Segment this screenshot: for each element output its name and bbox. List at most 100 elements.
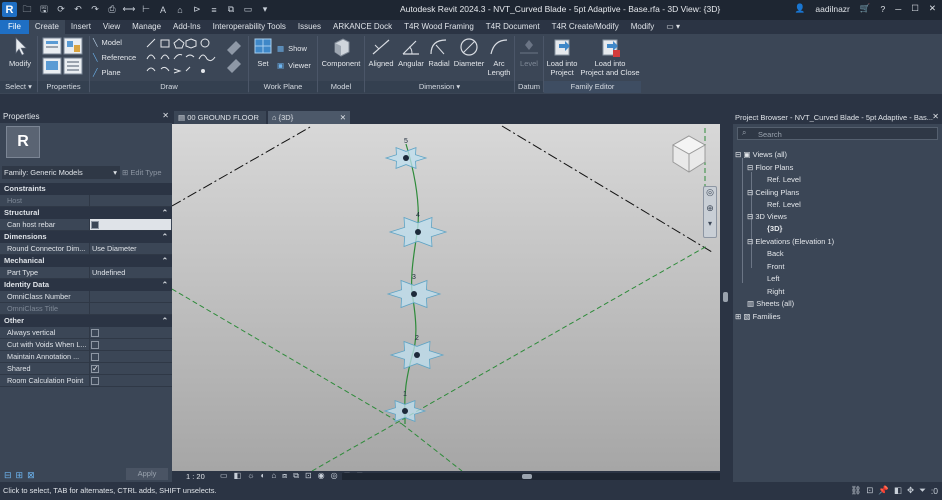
minimize-icon[interactable]: ─ — [895, 4, 901, 14]
tab-manage[interactable]: Manage — [126, 20, 167, 34]
diameter-dimension-button[interactable]: Diameter — [452, 37, 486, 68]
dimension-icon[interactable]: ⊢ — [139, 2, 153, 17]
room-calc-point-checkbox[interactable] — [91, 377, 99, 385]
prop-row-always-vertical[interactable]: Always vertical — [0, 327, 172, 339]
adaptive-point-3[interactable]: 3 — [386, 274, 442, 309]
tab-arkance-dock[interactable]: ARKANCE Dock — [327, 20, 398, 34]
thin-lines-icon[interactable]: ≡ — [207, 2, 221, 17]
sign-in-icon[interactable]: 👤 — [795, 3, 806, 14]
hscroll-thumb[interactable] — [522, 474, 532, 479]
section-other[interactable]: Other ⌃ — [0, 315, 172, 327]
family-types-icon[interactable]: ⊞ — [16, 470, 24, 481]
model-line-button[interactable]: ╲ Model — [93, 38, 122, 47]
tree-item-front[interactable]: Front — [767, 262, 785, 271]
open-icon[interactable]: 🗀 — [20, 2, 34, 17]
prop-row-omniclass-title[interactable]: OmniClass Title — [0, 303, 172, 315]
close-tab-icon[interactable]: ✕ — [340, 111, 346, 124]
close-icon[interactable]: ✕ — [932, 112, 939, 121]
arc-length-button[interactable]: Arc Length — [486, 37, 512, 77]
level-button[interactable]: Level — [516, 37, 542, 68]
section-identity-data[interactable]: Identity Data ⌃ — [0, 279, 172, 291]
family-selector[interactable]: Family: Generic Models ▾ — [2, 166, 120, 179]
tree-node-elevations[interactable]: ⊟ Elevations (Elevation 1) — [747, 237, 834, 246]
adaptive-point-2[interactable]: 2 — [389, 335, 445, 370]
close-hidden-icon[interactable]: ⧉ — [224, 2, 238, 17]
cart-icon[interactable]: 🛒 — [860, 3, 871, 14]
tab-insert[interactable]: Insert — [65, 20, 97, 34]
prop-row-round-connector[interactable]: Round Connector Dim... Use Diameter — [0, 243, 172, 255]
vertical-scrollbar[interactable] — [720, 124, 732, 471]
can-host-rebar-checkbox[interactable] — [91, 221, 99, 229]
adaptive-point-1[interactable]: 1 — [383, 391, 427, 422]
render-icon[interactable]: ⌂ — [271, 471, 276, 481]
detail-level-icon[interactable]: ▭ — [220, 471, 228, 481]
tab-view[interactable]: View — [97, 20, 126, 34]
nav-menu-icon[interactable]: ▾ — [704, 219, 716, 235]
part-type-value[interactable]: Undefined — [89, 267, 171, 278]
tab-t4r-create-modify[interactable]: T4R Create/Modify — [546, 20, 625, 34]
tree-node-views[interactable]: ⊟ ▣ Views (all) — [735, 150, 787, 159]
reference-plane-line[interactable] — [172, 125, 313, 207]
tree-item-ref-level-ceiling[interactable]: Ref. Level — [767, 200, 801, 209]
shared-checkbox[interactable] — [91, 363, 99, 375]
shadows-icon[interactable]: ◐ — [260, 471, 265, 481]
tab-ground-floor[interactable]: ▤ 00 GROUND FLOOR — [174, 111, 266, 124]
tab-t4r-wood[interactable]: T4R Wood Framing — [398, 20, 480, 34]
steering-wheel-icon[interactable]: ◎ — [704, 187, 716, 203]
tree-item-ref-level-floor[interactable]: Ref. Level — [767, 175, 801, 184]
maintain-annotation-checkbox[interactable] — [91, 353, 99, 361]
sync-icon[interactable]: ⟳ — [54, 2, 68, 17]
edit-type-button[interactable]: ⊞ Edit Type — [122, 166, 170, 179]
prop-row-omniclass-number[interactable]: OmniClass Number — [0, 291, 172, 303]
set-workplane-button[interactable]: Set — [252, 37, 274, 68]
angular-dimension-button[interactable]: Angular — [396, 37, 426, 68]
omniclass-number-value[interactable] — [89, 291, 171, 302]
print-icon[interactable]: ⎙ — [105, 2, 119, 17]
tree-item-3d[interactable]: {3D} — [767, 224, 782, 233]
show-crop-icon[interactable]: ⧉ — [293, 471, 299, 481]
help-icon[interactable]: ? — [880, 4, 885, 14]
section-constraints[interactable]: Constraints — [0, 183, 172, 195]
tab-issues[interactable]: Issues — [292, 20, 327, 34]
aligned-dimension-button[interactable]: Aligned — [366, 37, 396, 68]
temp-hide-icon[interactable]: ◉ — [318, 471, 325, 481]
navigation-bar[interactable]: ◎ ⊕ ▾ — [703, 186, 717, 238]
visual-style-icon[interactable]: ◧ — [234, 471, 242, 481]
lock-view-icon[interactable]: ⊡ — [305, 471, 312, 481]
tree-item-right[interactable]: Right — [767, 287, 785, 296]
tree-node-floor-plans[interactable]: ⊟ Floor Plans — [747, 163, 793, 172]
select-links-icon[interactable]: ⛓ — [850, 485, 861, 496]
maximize-icon[interactable]: ☐ — [911, 3, 919, 14]
tab-3d[interactable]: ⌂ {3D} ✕ — [268, 111, 350, 124]
reveal-hidden-icon[interactable]: ◎ — [331, 471, 338, 481]
horizontal-scrollbar[interactable] — [342, 473, 720, 480]
drag-on-select-icon[interactable]: ✥ — [907, 485, 914, 496]
3d-view-icon[interactable]: ⌂ — [173, 2, 187, 17]
search-box[interactable]: ⌕ Search — [737, 127, 938, 140]
close-icon[interactable]: ✕ — [162, 111, 169, 120]
filter-icon[interactable]: ⏷ — [919, 485, 926, 496]
tree-node-sheets[interactable]: ▥ Sheets (all) — [747, 299, 794, 308]
model-canvas[interactable]: 5 4 3 2 1 — [172, 124, 720, 471]
search-input[interactable]: Search — [758, 130, 782, 139]
section-structural[interactable]: Structural ⌃ — [0, 207, 172, 219]
modify-button[interactable]: Modify — [6, 37, 34, 68]
pick-lines-icons[interactable] — [224, 38, 244, 74]
customize-icon[interactable]: ▾ — [258, 2, 272, 17]
tree-node-3d-views[interactable]: ⊟ 3D Views — [747, 212, 787, 221]
redo-icon[interactable]: ↷ — [88, 2, 102, 17]
section-icon[interactable]: ⊳ — [190, 2, 204, 17]
reference-plane-button[interactable]: ╱ Plane — [93, 68, 121, 77]
family-category-icon[interactable]: ⊠ — [27, 470, 35, 481]
show-workplane-button[interactable]: ▦ Show — [277, 44, 307, 53]
section-mechanical[interactable]: Mechanical ⌃ — [0, 255, 172, 267]
tree-node-ceiling-plans[interactable]: ⊟ Ceiling Plans — [747, 188, 799, 197]
switch-windows-icon[interactable]: ▭ — [241, 2, 255, 17]
prop-row-shared[interactable]: Shared — [0, 363, 172, 375]
tree-item-left[interactable]: Left — [767, 274, 780, 283]
tab-contextual-toggle[interactable]: ▭ ▾ — [660, 20, 686, 34]
view-cube-icon[interactable] — [667, 132, 711, 176]
sun-path-icon[interactable]: ☼ — [247, 471, 254, 481]
panel-select[interactable]: Select ▾ — [0, 81, 37, 93]
load-into-project-close-button[interactable]: Load into Project and Close — [580, 37, 640, 77]
